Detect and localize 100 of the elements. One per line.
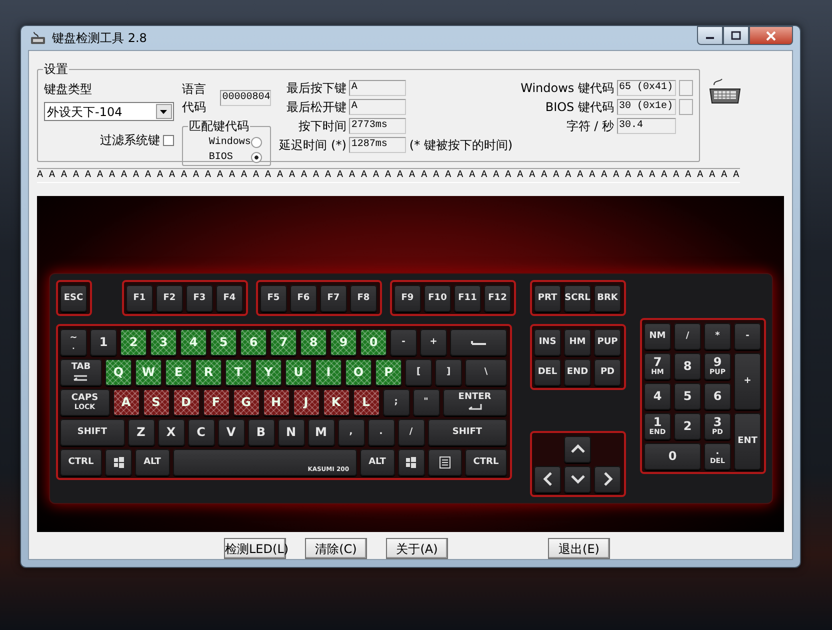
- window-title: 键盘检测工具 2.8: [52, 30, 147, 47]
- maximize-button[interactable]: [723, 26, 749, 45]
- value-field: 30 (0x1e): [617, 99, 676, 115]
- field-label: 字符 / 秒: [565, 118, 614, 134]
- value-field: A: [349, 99, 406, 115]
- key-label: CTRL: [68, 458, 94, 466]
- key-label: K: [331, 396, 341, 408]
- key-label: *: [715, 332, 720, 340]
- key-label: ": [424, 398, 428, 406]
- language-code-field: 00000804: [220, 90, 272, 106]
- key-label: BRK: [597, 294, 618, 302]
- field-label: BIOS 键代码: [544, 99, 614, 115]
- key-label: 8: [309, 336, 318, 348]
- value-field: 1287ms: [349, 137, 406, 153]
- field-label: 延迟时间 (*): [279, 137, 346, 153]
- key-label: NM: [649, 332, 666, 340]
- caret-icon: [160, 110, 168, 114]
- key-label: -: [746, 332, 750, 340]
- key-label: ESC: [64, 294, 84, 302]
- key-label: 3: [713, 416, 722, 428]
- key-label: 7: [279, 336, 288, 348]
- key-label: R: [204, 366, 214, 378]
- key-label: 7: [653, 356, 662, 368]
- chevron-right-icon: [602, 472, 614, 486]
- value-field: A: [349, 80, 406, 96]
- key-label: ;: [394, 398, 398, 406]
- key-label: A: [121, 396, 131, 408]
- key-label: M: [315, 426, 327, 438]
- key-label: 3: [159, 336, 168, 348]
- key-label: L: [362, 396, 370, 408]
- key-label: H: [270, 396, 282, 408]
- group-title: 设置: [43, 61, 69, 77]
- key-label: 1: [653, 416, 662, 428]
- keyboard-type-label: 键盘类型: [44, 81, 93, 98]
- keyboard-icon: [708, 77, 742, 105]
- windows-logo-icon: [406, 456, 416, 468]
- dialog-button[interactable]: 检测LED(L): [224, 538, 286, 559]
- key-label: ENT: [738, 436, 758, 446]
- key-label: F7: [327, 294, 340, 302]
- key-label: E: [174, 366, 183, 378]
- key-label: /: [409, 428, 413, 436]
- chevron-left-icon: [542, 472, 554, 486]
- key-label: \: [484, 368, 488, 376]
- key-label: W: [142, 366, 156, 378]
- dialog-button[interactable]: 关于(A): [386, 538, 448, 559]
- enter-arrow-icon: [466, 404, 483, 411]
- key-label: F2: [163, 294, 176, 302]
- key-label: 1: [99, 336, 108, 348]
- key-label: 5: [683, 390, 692, 402]
- dropdown-button[interactable]: [156, 104, 172, 119]
- filter-checkbox[interactable]: [162, 134, 174, 146]
- key-label: S: [152, 396, 160, 408]
- key-label: X: [166, 426, 176, 438]
- keyboard-icon: [30, 31, 46, 45]
- key-label: 4: [653, 390, 662, 402]
- field-label: 按下时间: [297, 118, 346, 134]
- key-label: +: [430, 338, 438, 346]
- key-label: SHIFT: [77, 428, 108, 436]
- key-log: A A A A A A A A A A A A A A A A A A A A A A A A A A A A A A A A A A A A A A A A A A A A A A A A A A A A A A A A A A A: [37, 168, 740, 183]
- key-label: F4: [223, 294, 236, 302]
- key-label: C: [196, 426, 206, 438]
- key-label: 9: [713, 356, 722, 368]
- dialog-button[interactable]: 清除(C): [305, 538, 367, 559]
- key-label: PUP: [597, 338, 618, 346]
- keyboard-type-dropdown[interactable]: 外设天下-104: [44, 102, 174, 121]
- dialog-button[interactable]: 退出(E): [548, 538, 610, 559]
- key-label: F6: [297, 294, 310, 302]
- minimize-button[interactable]: [697, 26, 723, 45]
- key-label: DEL: [538, 368, 558, 376]
- value-field: 2773ms: [349, 118, 406, 134]
- key-label: ALT: [368, 458, 386, 466]
- key-label: ENTER: [458, 393, 492, 402]
- chevron-up-icon: [570, 443, 584, 455]
- key-label: END: [566, 368, 588, 376]
- dropdown-value: 外设天下-104: [47, 104, 122, 120]
- option-label: Windows: [208, 136, 251, 150]
- key-label: 0: [369, 336, 378, 348]
- key-label: ~: [70, 334, 78, 342]
- close-button[interactable]: [749, 26, 793, 45]
- key-label: F10: [428, 294, 447, 302]
- key-label: ]: [446, 368, 451, 376]
- key-label: -: [402, 338, 406, 346]
- key-label: J: [304, 396, 308, 408]
- key-label: F1: [133, 294, 146, 302]
- key-label: /: [686, 332, 690, 340]
- key-label: O: [353, 366, 364, 378]
- key-label: 2: [129, 336, 138, 348]
- radio-button[interactable]: [251, 137, 262, 148]
- key-label: 9: [339, 336, 348, 348]
- key-label: G: [241, 396, 251, 408]
- key-label: F3: [193, 294, 206, 302]
- key-label: I: [326, 366, 331, 378]
- key-label: +: [744, 376, 752, 386]
- radio-button[interactable]: [251, 152, 262, 163]
- key-label: Y: [264, 366, 273, 378]
- delay-note: (* 键被按下的时间): [409, 137, 513, 153]
- key-label: .: [379, 428, 383, 436]
- key-label: HM: [569, 338, 586, 346]
- key-label: F5: [267, 294, 280, 302]
- key-label: F11: [458, 294, 477, 302]
